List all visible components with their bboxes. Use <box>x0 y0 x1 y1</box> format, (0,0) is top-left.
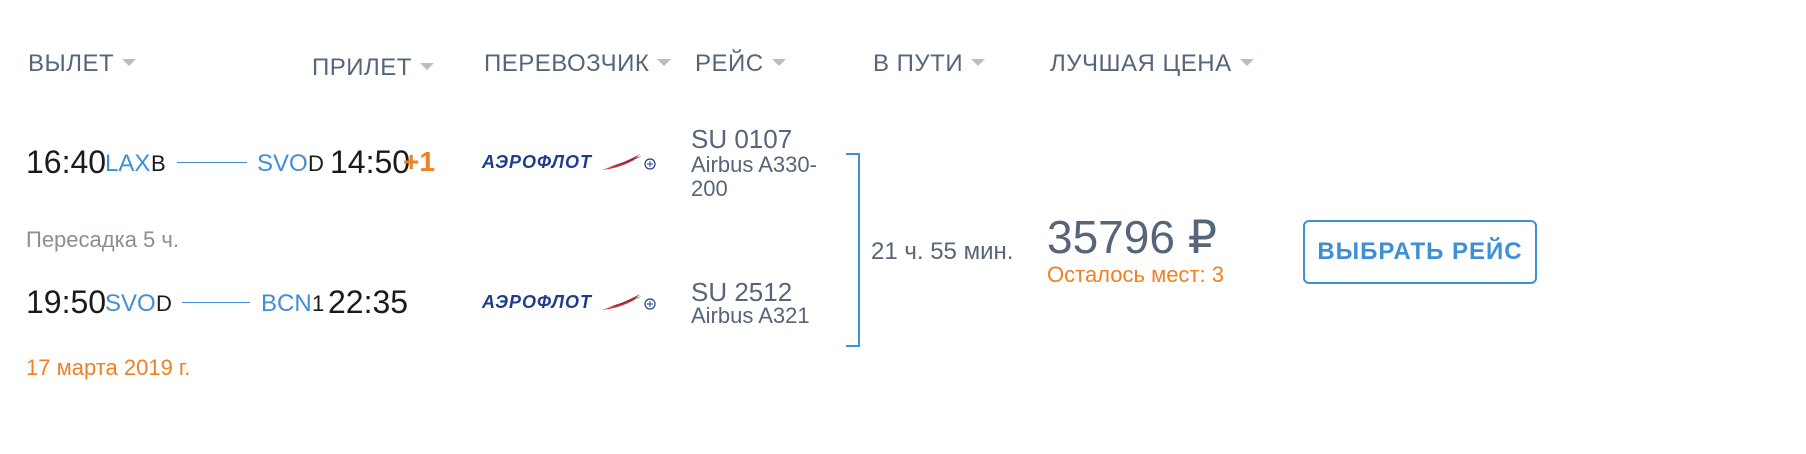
departure-time: 16:40 <box>26 144 107 180</box>
arrival-terminal: D <box>308 151 324 176</box>
arrival-time: 14:50 <box>330 144 411 180</box>
route-line <box>182 302 250 303</box>
arrival-airport: SVO <box>257 150 308 177</box>
sort-depart[interactable]: ВЫЛЕТ <box>28 50 137 78</box>
aircraft-type: Airbus A330- <box>691 152 817 177</box>
departure-date: 17 марта 2019 г. <box>26 355 191 380</box>
itinerary-bracket <box>846 153 860 347</box>
header-duration-label: В ПУТИ <box>873 50 964 77</box>
departure-terminal: B <box>151 151 166 176</box>
chevron-down-icon <box>419 63 434 71</box>
price-value: 35796 ₽ <box>1047 211 1217 263</box>
sort-flight[interactable]: РЕЙС <box>695 50 786 78</box>
flight-number: SU 0107 <box>691 124 793 154</box>
sort-arrive[interactable]: ПРИЛЕТ <box>312 54 434 82</box>
chevron-down-icon <box>1239 59 1254 67</box>
sort-price[interactable]: ЛУЧШАЯ ЦЕНА <box>1050 50 1254 78</box>
header-arrive-label: ПРИЛЕТ <box>312 54 412 81</box>
arrival-terminal: 1 <box>312 291 325 316</box>
aeroflot-wing-icon <box>602 154 656 170</box>
chevron-down-icon <box>657 59 672 67</box>
day-offset-badge: +1 <box>403 146 435 177</box>
departure-terminal: D <box>156 291 172 316</box>
aircraft-type-continued: 200 <box>691 176 728 201</box>
sort-duration[interactable]: В ПУТИ <box>873 50 986 78</box>
carrier-logo: АЭРОФЛОТ <box>482 290 658 314</box>
header-carrier-label: ПЕРЕВОЗЧИК <box>484 50 650 77</box>
carrier-logo: АЭРОФЛОТ <box>482 150 658 174</box>
departure-airport: LAX <box>105 150 151 177</box>
chevron-down-icon <box>122 59 137 67</box>
header-price-label: ЛУЧШАЯ ЦЕНА <box>1050 50 1232 77</box>
chevron-down-icon <box>771 59 786 67</box>
arrival-time: 22:35 <box>328 284 409 320</box>
aircraft-type: Airbus A321 <box>691 303 810 328</box>
departure-airport: SVO <box>105 290 156 317</box>
aeroflot-wing-icon <box>602 294 656 310</box>
carrier-logo-text: АЭРОФЛОТ <box>482 151 593 172</box>
departure-time: 19:50 <box>26 284 107 320</box>
chevron-down-icon <box>971 59 986 67</box>
select-flight-button[interactable]: ВЫБРАТЬ РЕЙС <box>1303 220 1537 284</box>
header-depart-label: ВЫЛЕТ <box>28 50 115 77</box>
header-flight-label: РЕЙС <box>695 50 764 77</box>
arrival-airport: BCN <box>261 290 312 317</box>
layover-info: Пересадка 5 ч. <box>26 227 179 252</box>
sort-carrier[interactable]: ПЕРЕВОЗЧИК <box>484 50 672 78</box>
carrier-logo-text: АЭРОФЛОТ <box>482 291 593 312</box>
seats-left: Осталось мест: 3 <box>1047 262 1224 287</box>
total-duration: 21 ч. 55 мин. <box>871 238 1014 265</box>
route-line <box>177 162 247 163</box>
